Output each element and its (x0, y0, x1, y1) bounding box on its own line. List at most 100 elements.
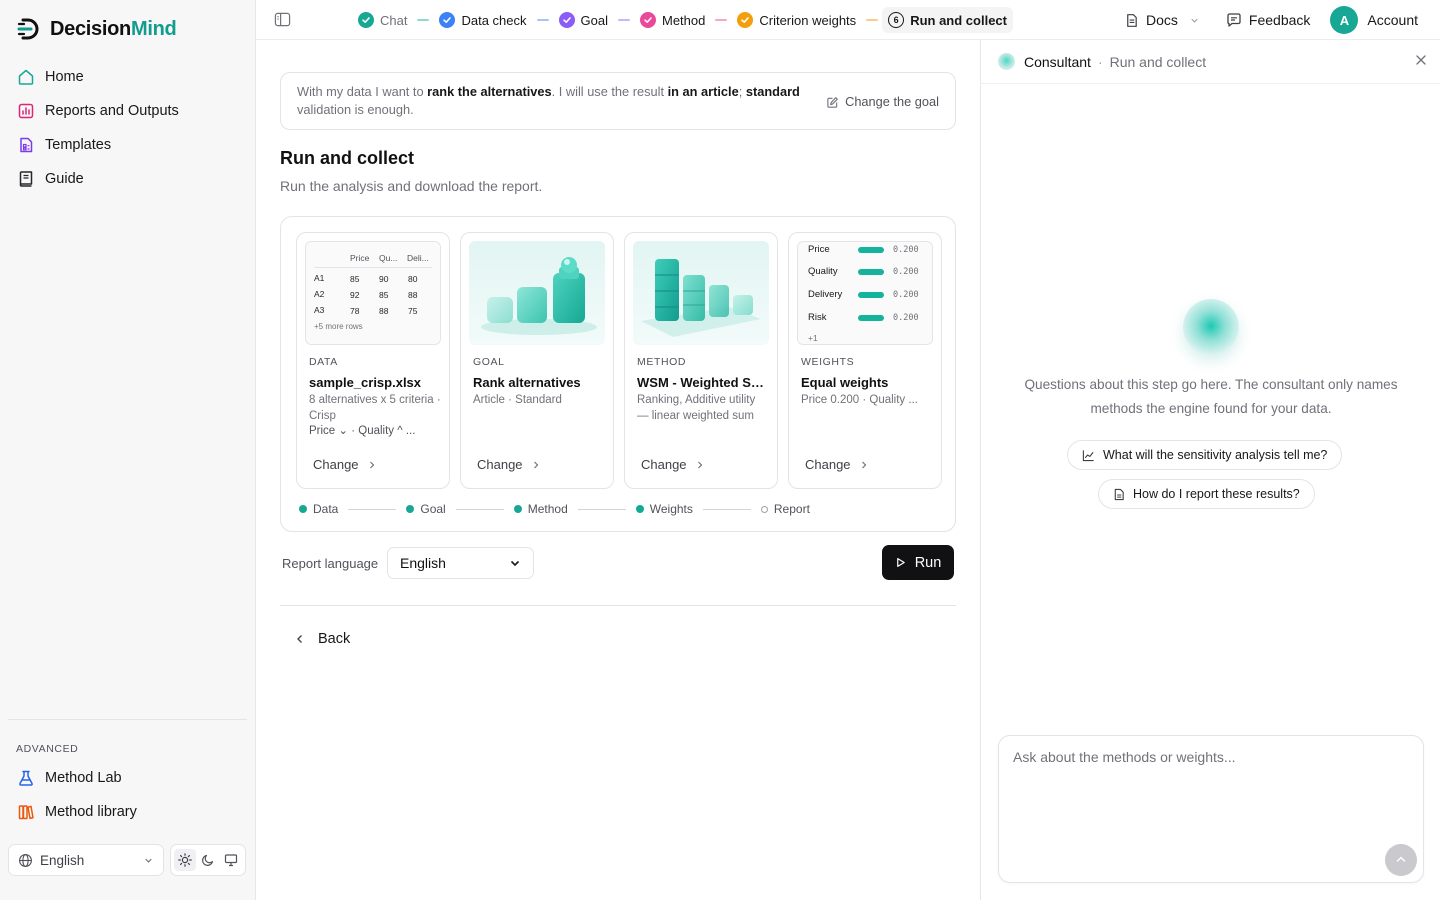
table-cell: 92 (350, 290, 360, 300)
change-data-button[interactable]: Change (313, 457, 377, 472)
table-header: Deli... (407, 253, 429, 263)
theme-dark-button[interactable] (197, 849, 219, 871)
sidebar-item-method-library[interactable]: Method library (8, 795, 248, 829)
sidebar-item-reports[interactable]: Reports and Outputs (8, 94, 248, 128)
sidebar-item-method-lab[interactable]: Method Lab (8, 761, 248, 795)
sidebar-toggle-button[interactable] (274, 11, 291, 28)
account-menu[interactable]: A Account (1320, 6, 1440, 34)
suggestion-chip-report[interactable]: How do I report these results? (1098, 479, 1315, 509)
table-header: Price (350, 253, 370, 263)
feedback-label: Feedback (1248, 12, 1311, 28)
chat-input[interactable] (1013, 749, 1373, 765)
card-title: WSM - Weighted Sum Model (637, 375, 769, 390)
document-icon (1114, 488, 1124, 500)
table-cell: 90 (379, 274, 389, 284)
step-run-and-collect[interactable]: 6 Run and collect (882, 7, 1013, 33)
progress-dot-pending (760, 505, 768, 513)
sidebar-item-guide[interactable]: Guide (8, 162, 248, 196)
card-category: WEIGHTS (801, 356, 855, 368)
home-icon (18, 69, 34, 85)
progress-connector (577, 508, 626, 510)
weight-label: Delivery (808, 289, 843, 300)
back-button[interactable]: Back (294, 631, 350, 647)
chevron-right-icon (533, 461, 538, 468)
table-cell: 88 (379, 306, 389, 316)
theme-light-button[interactable] (174, 849, 197, 871)
step-label: Method (661, 12, 706, 28)
message-icon (1227, 13, 1241, 27)
consultant-title: Consultant (1024, 53, 1091, 70)
progress-label: Report (773, 502, 810, 516)
sidebar-divider (8, 719, 247, 720)
step-criterion-weights[interactable]: Criterion weights (731, 7, 862, 33)
more-weights-note: +1 (808, 333, 818, 343)
change-label: Change (477, 457, 523, 472)
docs-menu-button[interactable]: Docs (1114, 12, 1210, 28)
card-title: Equal weights (801, 375, 889, 390)
progress-dot-done (513, 505, 522, 513)
suggestion-label: What will the sensitivity analysis tell … (1103, 448, 1328, 462)
account-label: Account (1367, 12, 1418, 28)
sidebar-item-home[interactable]: Home (8, 60, 248, 94)
progress-label: Data (313, 502, 339, 516)
ui-language-select[interactable]: English (8, 844, 164, 876)
sidebar-toggle-icon (274, 12, 291, 27)
report-language-label: Report language (282, 556, 379, 571)
weight-label: Price (808, 244, 830, 255)
change-goal-card-button[interactable]: Change (477, 457, 541, 472)
avatar: A (1330, 6, 1359, 34)
report-language-select[interactable]: English (387, 547, 534, 579)
step-label: Chat (380, 12, 408, 28)
weight-label: Quality (808, 266, 838, 277)
run-button[interactable]: Run (882, 545, 954, 580)
card-description: Article · Standard (473, 394, 562, 406)
feedback-button[interactable]: Feedback (1216, 12, 1320, 28)
close-panel-button[interactable] (1415, 54, 1427, 66)
step-chat[interactable]: Chat (352, 7, 413, 33)
change-goal-label: Change the goal (845, 94, 939, 109)
close-icon (1416, 55, 1426, 65)
chevron-right-icon (369, 461, 374, 468)
sidebar-item-label: Method library (45, 804, 137, 820)
sidebar-item-templates[interactable]: Templates (8, 128, 248, 162)
progress-connector (702, 508, 751, 510)
chat-composer (998, 735, 1424, 883)
step-connector (417, 19, 430, 21)
brand-logo[interactable]: DecisionMind (16, 16, 177, 42)
check-icon (439, 12, 456, 28)
change-method-button[interactable]: Change (641, 457, 705, 472)
step-method[interactable]: Method (634, 7, 711, 33)
summary-panel: Price Qu... Deli... A1 85 90 80 A2 92 85… (280, 216, 956, 532)
sidebar-item-label: Method Lab (45, 770, 122, 786)
change-label: Change (641, 457, 687, 472)
step-data-check[interactable]: Data check (433, 7, 532, 33)
sidebar-item-label: Templates (45, 137, 112, 153)
consultant-avatar-icon (998, 53, 1015, 70)
weight-value: 0.200 (893, 313, 919, 323)
change-goal-button[interactable]: Change the goal (826, 93, 939, 111)
suggestion-chip-sensitivity[interactable]: What will the sensitivity analysis tell … (1067, 440, 1343, 470)
edit-icon (827, 96, 838, 108)
weight-bar (858, 315, 884, 321)
check-icon (358, 12, 374, 28)
step-goal[interactable]: Goal (553, 7, 614, 33)
step-label: Data check (461, 12, 527, 28)
table-cell: 78 (350, 306, 360, 316)
progress-label: Goal (420, 502, 446, 516)
goal-text: With my data I want to rank the alternat… (297, 84, 800, 117)
change-weights-button[interactable]: Change (805, 457, 869, 472)
weight-bar (858, 269, 884, 275)
consultant-header: Consultant · Run and collect (981, 40, 1440, 84)
send-button[interactable] (1385, 844, 1417, 876)
advanced-section-label: ADVANCED (16, 743, 79, 755)
table-cell: 85 (350, 274, 360, 284)
method-card: METHOD WSM - Weighted Sum Model Ranking,… (624, 232, 778, 489)
goal-summary: With my data I want to rank the alternat… (280, 72, 956, 130)
page-title: Run and collect (280, 148, 415, 168)
method-illustration (633, 241, 769, 345)
table-cell: 75 (408, 306, 418, 316)
guide-icon (19, 171, 33, 187)
table-row-name: A3 (314, 305, 325, 315)
change-label: Change (805, 457, 851, 472)
theme-system-button[interactable] (220, 849, 242, 871)
